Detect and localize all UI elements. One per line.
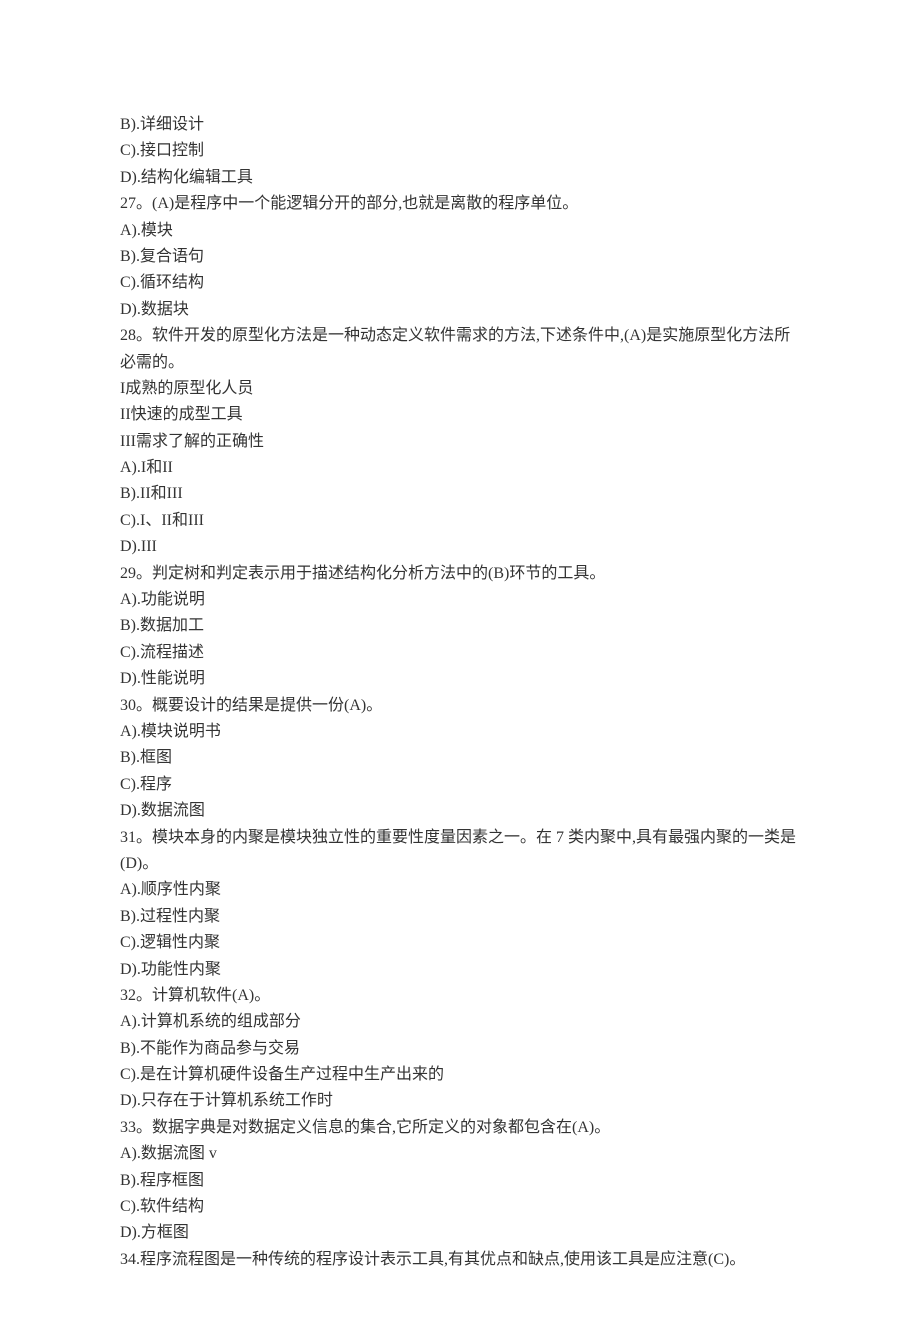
text-line: C).I、II和III (120, 508, 800, 534)
text-line: A).I和II (120, 455, 800, 481)
text-line: D).方框图 (120, 1220, 800, 1246)
text-line: 32。计算机软件(A)。 (120, 983, 800, 1009)
text-line: C).程序 (120, 772, 800, 798)
text-line: C).流程描述 (120, 640, 800, 666)
text-line: C).接口控制 (120, 138, 800, 164)
text-line: B).II和III (120, 481, 800, 507)
text-line: 29。判定树和判定表示用于描述结构化分析方法中的(B)环节的工具。 (120, 561, 800, 587)
text-line: B).过程性内聚 (120, 904, 800, 930)
text-line: D).III (120, 534, 800, 560)
text-line: A).数据流图 v (120, 1141, 800, 1167)
text-line: II快速的成型工具 (120, 402, 800, 428)
text-line: D).性能说明 (120, 666, 800, 692)
text-line: B).程序框图 (120, 1168, 800, 1194)
text-line: 34.程序流程图是一种传统的程序设计表示工具,有其优点和缺点,使用该工具是应注意… (120, 1247, 800, 1273)
text-line: A).模块 (120, 218, 800, 244)
text-line: D).只存在于计算机系统工作时 (120, 1088, 800, 1114)
text-line: B).不能作为商品参与交易 (120, 1036, 800, 1062)
text-line: B).框图 (120, 745, 800, 771)
text-line: 31。模块本身的内聚是模块独立性的重要性度量因素之一。在 7 类内聚中,具有最强… (120, 825, 800, 878)
text-line: C).是在计算机硬件设备生产过程中生产出来的 (120, 1062, 800, 1088)
text-line: A).模块说明书 (120, 719, 800, 745)
text-line: C).逻辑性内聚 (120, 930, 800, 956)
text-line: III需求了解的正确性 (120, 429, 800, 455)
text-line: C).软件结构 (120, 1194, 800, 1220)
text-line: D).数据块 (120, 297, 800, 323)
text-line: 28。软件开发的原型化方法是一种动态定义软件需求的方法,下述条件中,(A)是实施… (120, 323, 800, 376)
text-line: D).功能性内聚 (120, 957, 800, 983)
text-line: A).功能说明 (120, 587, 800, 613)
text-line: B).数据加工 (120, 613, 800, 639)
text-line: B).复合语句 (120, 244, 800, 270)
text-line: B).详细设计 (120, 112, 800, 138)
text-line: I成熟的原型化人员 (120, 376, 800, 402)
text-line: C).循环结构 (120, 270, 800, 296)
text-line: 27。(A)是程序中一个能逻辑分开的部分,也就是离散的程序单位。 (120, 191, 800, 217)
document-page: B).详细设计 C).接口控制 D).结构化编辑工具 27。(A)是程序中一个能… (0, 0, 920, 1333)
text-line: 33。数据字典是对数据定义信息的集合,它所定义的对象都包含在(A)。 (120, 1115, 800, 1141)
text-line: 30。概要设计的结果是提供一份(A)。 (120, 693, 800, 719)
text-line: A).计算机系统的组成部分 (120, 1009, 800, 1035)
text-line: D).结构化编辑工具 (120, 165, 800, 191)
text-line: D).数据流图 (120, 798, 800, 824)
text-line: A).顺序性内聚 (120, 877, 800, 903)
